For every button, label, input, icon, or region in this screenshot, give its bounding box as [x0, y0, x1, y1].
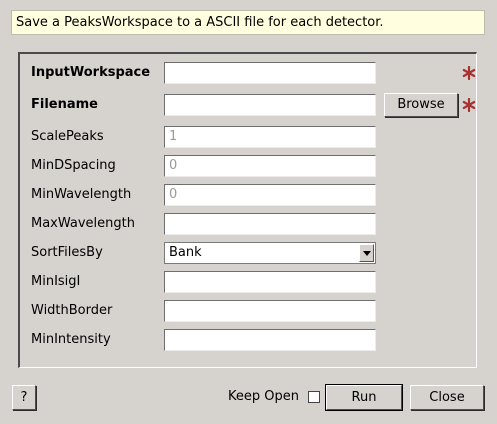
input-workspace-field[interactable] [164, 62, 376, 84]
min-intensity-field[interactable] [164, 329, 376, 351]
max-wavelength-label: MaxWavelength [31, 216, 135, 231]
sort-files-by-select[interactable]: Bank [164, 242, 376, 264]
keep-open-checkbox[interactable] [308, 391, 320, 403]
required-star-icon [462, 66, 476, 80]
min-dspacing-label: MinDSpacing [31, 158, 116, 173]
min-wavelength-field[interactable]: 0 [164, 184, 376, 206]
width-border-label: WidthBorder [31, 303, 113, 318]
min-dspacing-field[interactable]: 0 [164, 155, 376, 177]
scale-peaks-label: ScalePeaks [31, 129, 104, 144]
browse-button[interactable]: Browse [384, 93, 458, 117]
min-wavelength-label: MinWavelength [31, 187, 132, 202]
help-button[interactable]: ? [12, 385, 36, 410]
run-button[interactable]: Run [325, 384, 403, 411]
min-isigi-label: MinIsigI [31, 274, 81, 289]
min-isigi-field[interactable] [164, 271, 376, 293]
sort-files-by-label: SortFilesBy [31, 245, 103, 260]
filename-field[interactable] [164, 94, 376, 116]
sort-files-by-value: Bank [169, 245, 202, 260]
close-button[interactable]: Close [410, 385, 484, 410]
max-wavelength-field[interactable] [164, 213, 376, 235]
algorithm-description: Save a PeaksWorkspace to a ASCII file fo… [11, 10, 485, 35]
width-border-field[interactable] [164, 300, 376, 322]
filename-label: Filename [31, 97, 98, 112]
chevron-down-icon[interactable] [359, 244, 374, 262]
keep-open-label: Keep Open [228, 389, 299, 404]
required-star-icon [462, 98, 476, 112]
input-workspace-label: InputWorkspace [31, 65, 151, 80]
min-intensity-label: MinIntensity [31, 332, 111, 347]
scale-peaks-field[interactable]: 1 [164, 126, 376, 148]
